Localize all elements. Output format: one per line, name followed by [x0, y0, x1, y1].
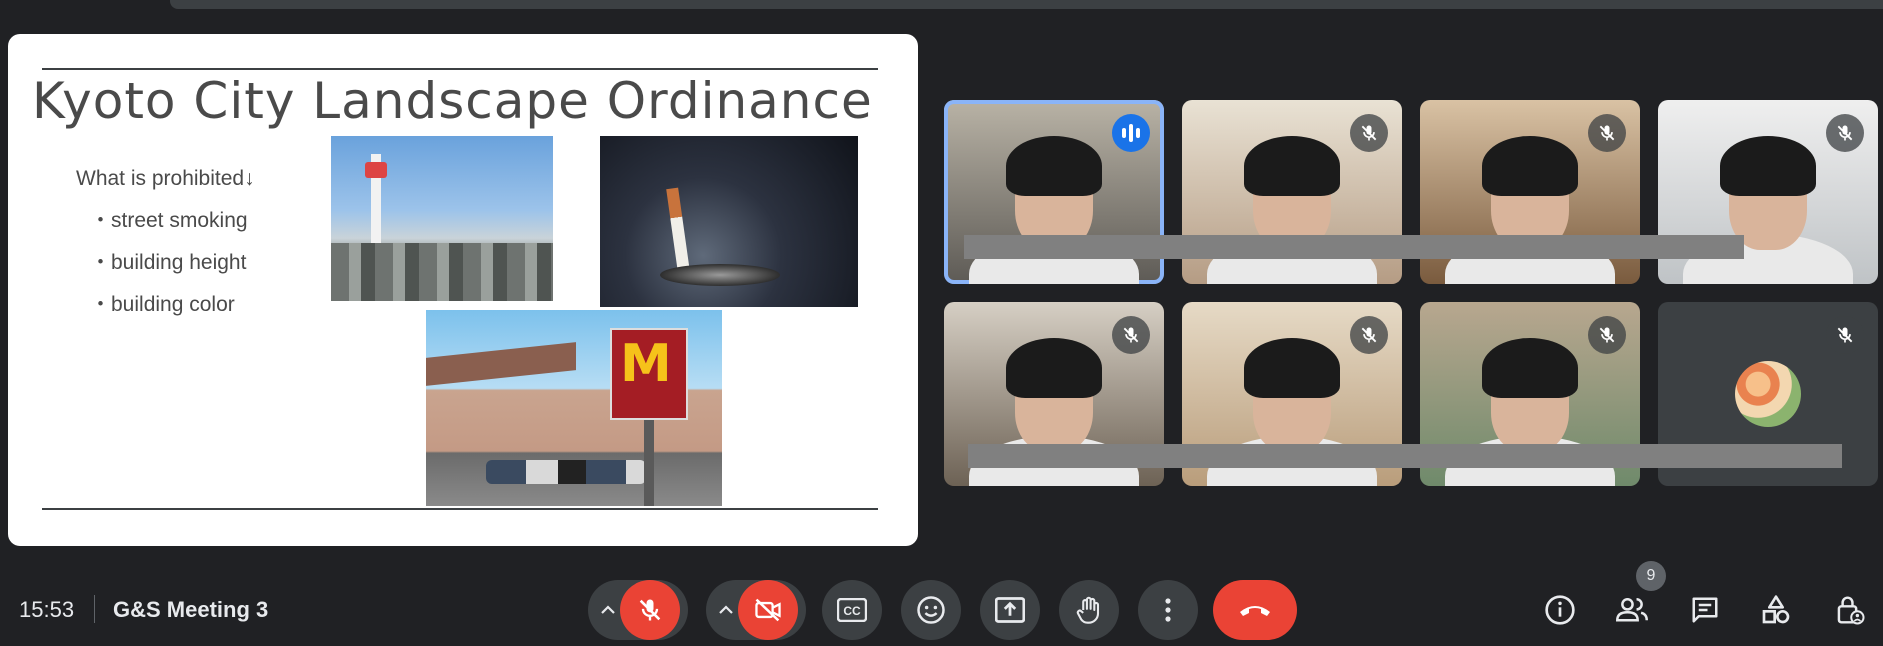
- muted-indicator: [1588, 316, 1626, 354]
- mic-off-icon: [1599, 327, 1615, 343]
- participant-hair: [1720, 136, 1816, 196]
- slide-title: Kyoto City Landscape Ordinance: [32, 72, 873, 130]
- divider: [94, 595, 95, 623]
- present-screen-icon: [995, 597, 1025, 623]
- bullet-item: ・street smoking: [90, 209, 248, 232]
- mic-off-icon: [1361, 125, 1377, 141]
- slide-top-rule: [42, 68, 878, 70]
- muted-indicator: [1826, 316, 1864, 354]
- mic-off-icon: [1837, 125, 1853, 141]
- participant-hair: [1006, 338, 1102, 398]
- people-icon: [1616, 597, 1648, 622]
- mic-options-button[interactable]: [596, 580, 620, 640]
- muted-indicator: [1350, 316, 1388, 354]
- activities-shapes-icon: [1762, 595, 1790, 624]
- present-button[interactable]: [980, 580, 1040, 640]
- info-icon: [1545, 595, 1575, 625]
- end-call-icon: [1240, 606, 1270, 616]
- muted-indicator: [1350, 114, 1388, 152]
- more-vert-icon: [1165, 598, 1171, 622]
- cigarette-photo: [600, 136, 858, 307]
- kyoto-tower-photo: [331, 136, 553, 301]
- redaction-bar: [964, 235, 1744, 259]
- participant-hair: [1244, 338, 1340, 398]
- host-controls-button[interactable]: [1830, 590, 1870, 630]
- captions-button[interactable]: CC: [822, 580, 882, 640]
- presentation-slide: Kyoto City Landscape Ordinance What is p…: [8, 34, 918, 546]
- mic-off-icon: [1123, 327, 1139, 343]
- people-button[interactable]: [1612, 590, 1652, 630]
- mic-control: [588, 580, 688, 640]
- camera-off-icon: [755, 598, 781, 622]
- camera-toggle-button[interactable]: [738, 580, 798, 640]
- chevron-up-icon: [601, 605, 615, 614]
- meeting-name: G&S Meeting 3: [113, 597, 269, 622]
- bullet-item: ・building height: [90, 251, 247, 274]
- meeting-time: 15:53: [19, 597, 75, 622]
- activities-button[interactable]: [1756, 590, 1796, 630]
- emoji-icon: [917, 596, 945, 624]
- meeting-details-button[interactable]: [1540, 590, 1580, 630]
- slide-bottom-rule: [42, 508, 878, 510]
- speaking-indicator-icon: [1112, 114, 1150, 152]
- chat-button[interactable]: [1685, 590, 1725, 630]
- participant-hair: [1244, 136, 1340, 196]
- mic-off-icon: [1599, 125, 1615, 141]
- mic-toggle-button[interactable]: [620, 580, 680, 640]
- chevron-up-icon: [719, 605, 733, 614]
- mic-off-icon: [639, 599, 661, 621]
- camera-options-button[interactable]: [714, 580, 738, 640]
- participant-hair: [1482, 338, 1578, 398]
- captions-icon: CC: [837, 598, 867, 622]
- bullet-item: ・building color: [90, 293, 235, 316]
- mcdonalds-logo: M: [620, 334, 672, 394]
- reactions-button[interactable]: [901, 580, 961, 640]
- mic-off-icon: [1837, 327, 1853, 343]
- chat-icon: [1692, 597, 1718, 623]
- participant-count-badge: 9: [1636, 561, 1666, 591]
- leave-call-button[interactable]: [1213, 580, 1297, 640]
- lock-person-icon: [1837, 596, 1865, 625]
- muted-indicator: [1112, 316, 1150, 354]
- muted-indicator: [1826, 114, 1864, 152]
- svg-text:CC: CC: [843, 604, 861, 618]
- hand-icon: [1076, 596, 1100, 624]
- participant-hair: [1006, 136, 1102, 196]
- camera-control: [706, 580, 806, 640]
- mcdonalds-sign-photo: M: [426, 310, 722, 506]
- more-options-button[interactable]: [1138, 580, 1198, 640]
- slide-heading: What is prohibited↓: [76, 167, 255, 190]
- muted-indicator: [1588, 114, 1626, 152]
- participant-hair: [1482, 136, 1578, 196]
- raise-hand-button[interactable]: [1059, 580, 1119, 640]
- redaction-bar: [968, 444, 1842, 468]
- mic-off-icon: [1361, 327, 1377, 343]
- top-bar: [170, 0, 1883, 9]
- flower-avatar: [1735, 361, 1801, 427]
- slide-bullets: What is prohibited↓ ・street smoking ・bui…: [76, 158, 255, 326]
